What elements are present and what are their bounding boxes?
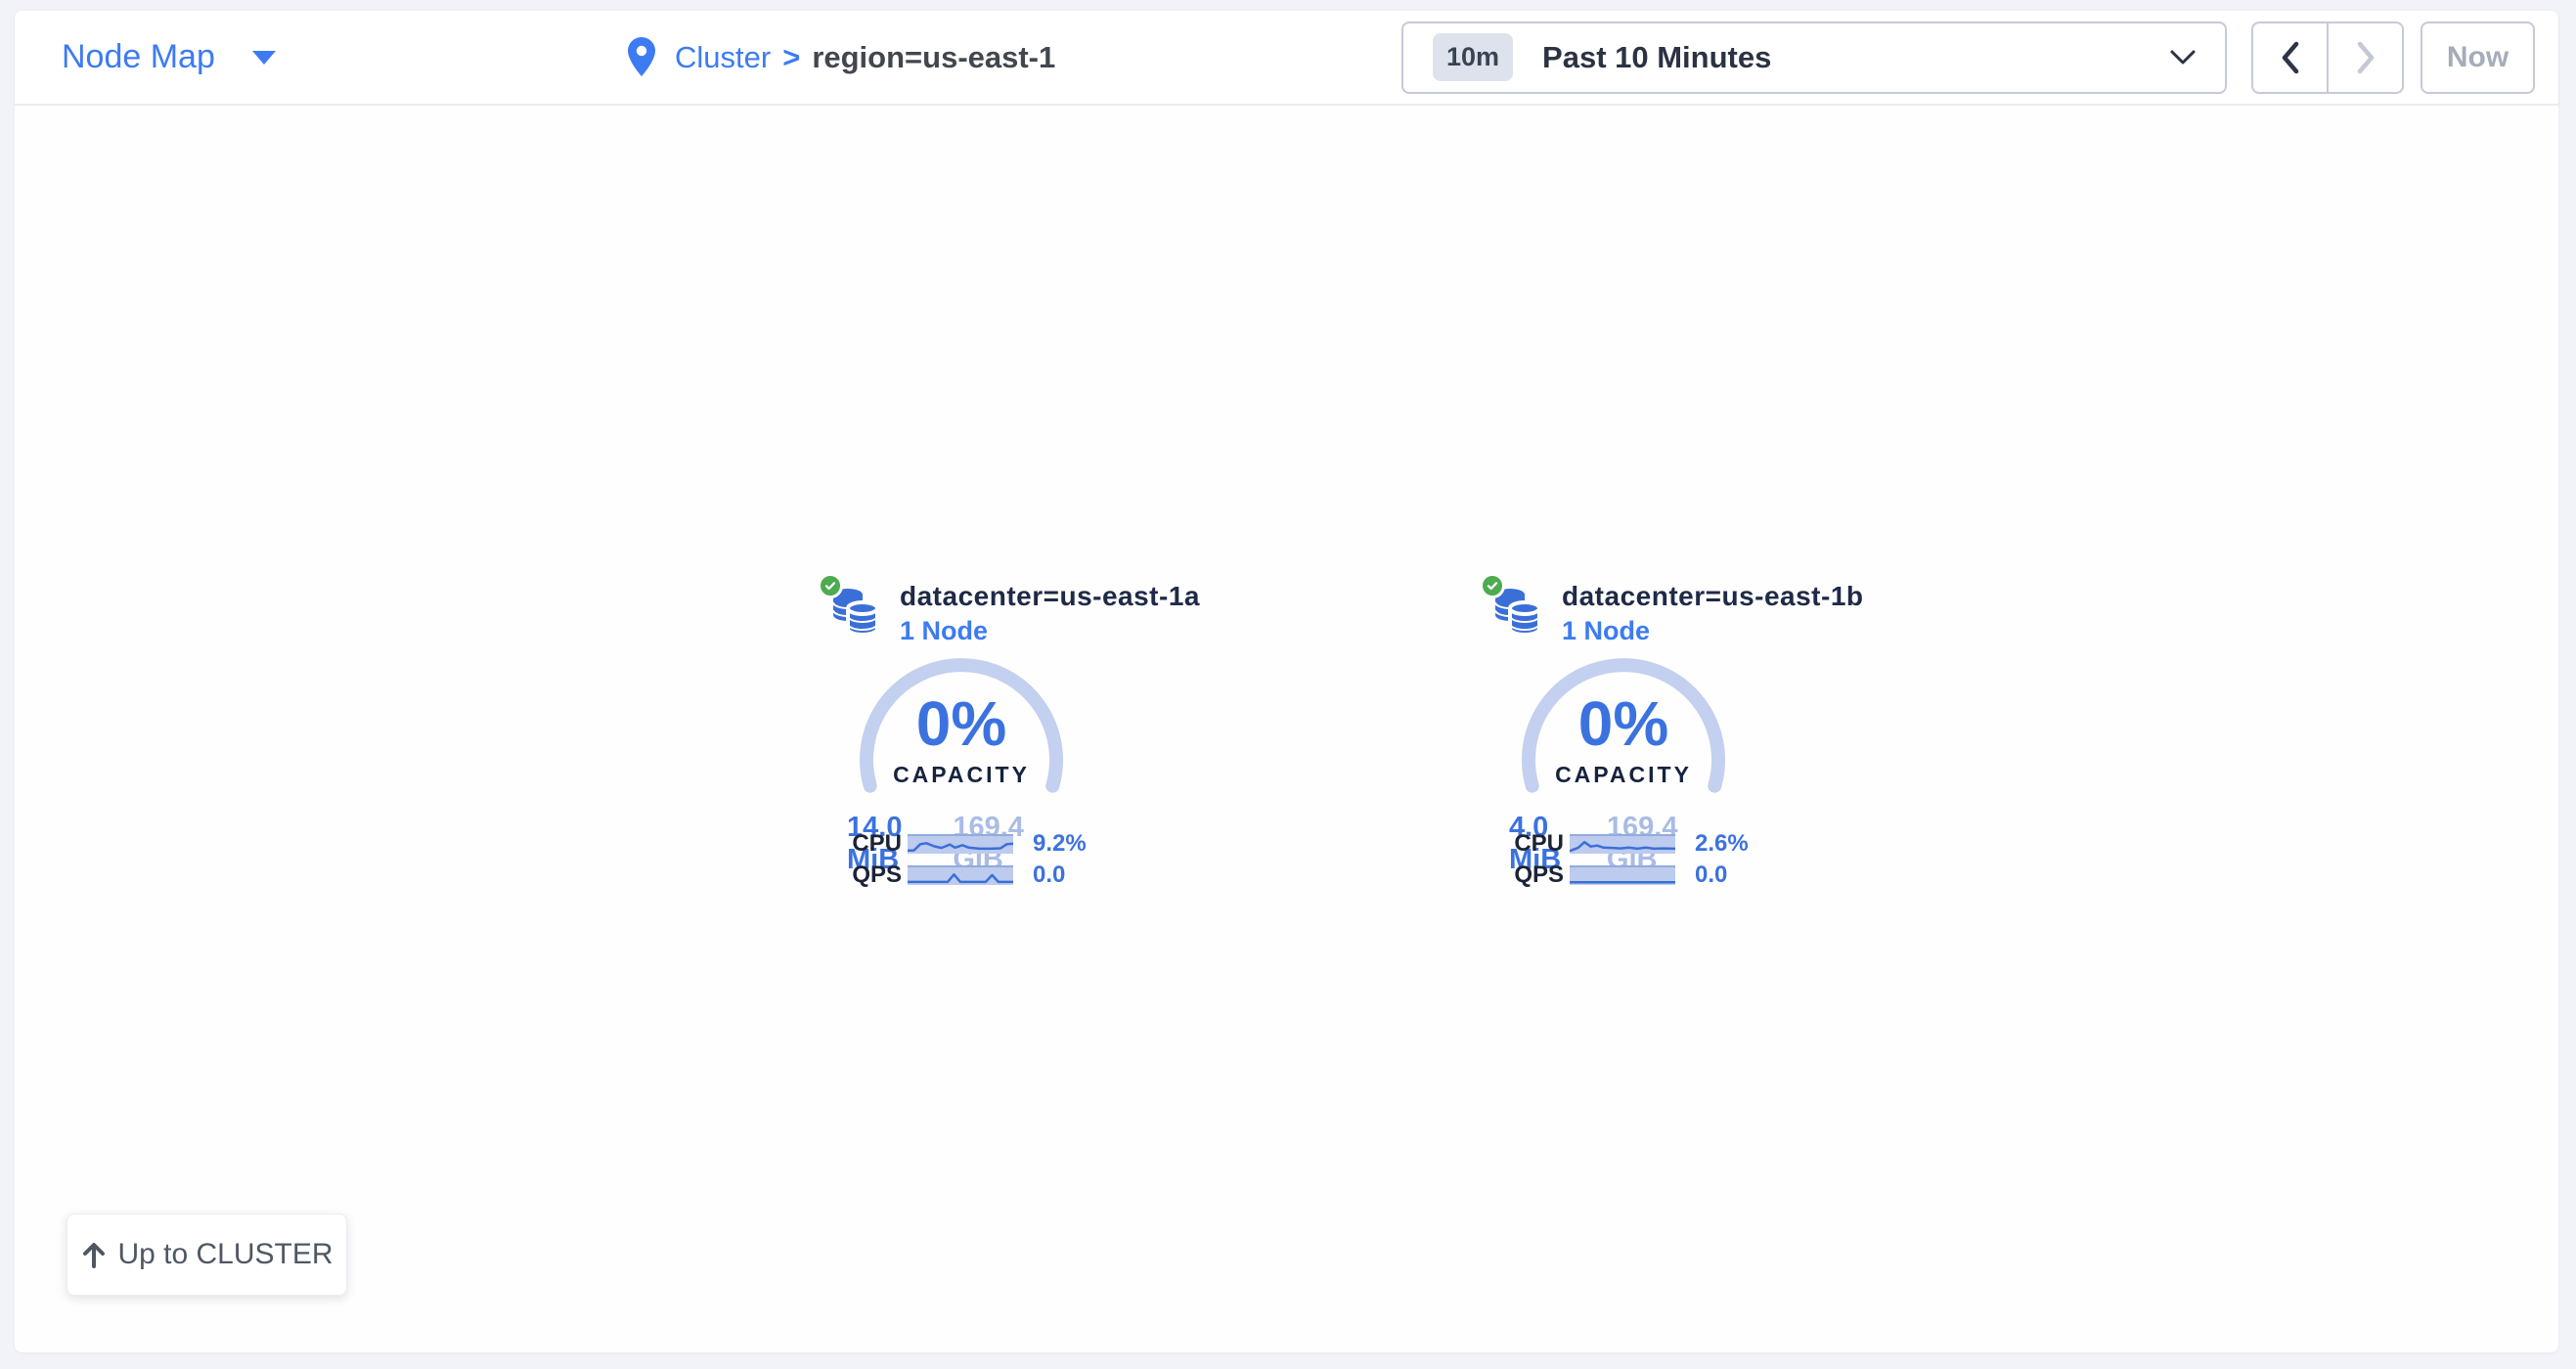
datacenter-icon-wrap <box>1482 573 1552 643</box>
chevron-down-icon <box>2168 49 2198 66</box>
breadcrumb-current: region=us-east-1 <box>812 40 1055 75</box>
capacity-percent: 0% <box>859 687 1064 760</box>
node-map-canvas: datacenter=us-east-1a 1 Node 0% CAPACITY… <box>15 106 2558 1352</box>
capacity-gauge: 0% CAPACITY <box>859 658 1064 805</box>
datacenter-card-us-east-1b[interactable]: datacenter=us-east-1b 1 Node 0% CAPACITY… <box>1482 573 1775 905</box>
time-nav-group <box>2251 22 2404 94</box>
time-window-select[interactable]: 10m Past 10 Minutes <box>1401 22 2227 94</box>
node-map-panel: Node Map Cluster > region=us-east-1 10m … <box>15 11 2558 1352</box>
cpu-metric-row: CPU 9.2% <box>820 833 1113 855</box>
breadcrumb-cluster-link[interactable]: Cluster <box>675 40 771 75</box>
cpu-sparkline <box>1570 834 1675 854</box>
qps-sparkline <box>1570 865 1675 885</box>
view-mode-label: Node Map <box>62 38 215 76</box>
cpu-label: CPU <box>820 830 902 858</box>
qps-label: QPS <box>820 861 902 889</box>
datacenter-header: datacenter=us-east-1b 1 Node <box>1482 573 1864 646</box>
cpu-sparkline <box>908 834 1013 854</box>
cpu-label: CPU <box>1482 830 1564 858</box>
qps-metric-row: QPS 0.0 <box>820 864 1113 886</box>
location-pin-icon <box>626 36 657 78</box>
qps-sparkline <box>908 865 1013 885</box>
datacenter-title: datacenter=us-east-1b <box>1562 581 1864 612</box>
cpu-value: 2.6% <box>1695 830 1749 858</box>
datacenter-titles: datacenter=us-east-1a 1 Node <box>900 573 1200 646</box>
datacenter-card-us-east-1a[interactable]: datacenter=us-east-1a 1 Node 0% CAPACITY… <box>820 573 1113 905</box>
chevron-left-icon <box>2281 41 2300 74</box>
chevron-right-icon <box>2356 41 2376 74</box>
capacity-percent: 0% <box>1521 687 1726 760</box>
capacity-label: CAPACITY <box>859 762 1064 788</box>
datacenter-node-count: 1 Node <box>1562 616 1864 646</box>
time-next-button[interactable] <box>2329 23 2402 92</box>
qps-value: 0.0 <box>1033 861 1065 889</box>
healthy-check-icon <box>818 573 843 598</box>
arrow-up-icon <box>80 1240 108 1269</box>
qps-label: QPS <box>1482 861 1564 889</box>
time-window-badge: 10m <box>1433 33 1513 81</box>
time-window-label: Past 10 Minutes <box>1542 40 1771 75</box>
datacenter-icon-wrap <box>820 573 890 643</box>
cpu-metric-row: CPU 2.6% <box>1482 833 1775 855</box>
caret-down-icon <box>252 51 276 65</box>
datacenter-node-count: 1 Node <box>900 616 1200 646</box>
breadcrumb: Cluster > region=us-east-1 <box>613 11 1355 104</box>
qps-value: 0.0 <box>1695 861 1727 889</box>
capacity-label: CAPACITY <box>1521 762 1726 788</box>
qps-metric-row: QPS 0.0 <box>1482 864 1775 886</box>
cpu-value: 9.2% <box>1033 830 1087 858</box>
up-to-cluster-button[interactable]: Up to CLUSTER <box>67 1214 347 1296</box>
healthy-check-icon <box>1480 573 1505 598</box>
datacenter-title: datacenter=us-east-1a <box>900 581 1200 612</box>
up-to-cluster-label: Up to CLUSTER <box>117 1238 333 1271</box>
view-mode-selector[interactable]: Node Map <box>15 38 613 76</box>
datacenter-titles: datacenter=us-east-1b 1 Node <box>1562 573 1864 646</box>
capacity-gauge: 0% CAPACITY <box>1521 658 1726 805</box>
datacenter-header: datacenter=us-east-1a 1 Node <box>820 573 1200 646</box>
header-bar: Node Map Cluster > region=us-east-1 10m … <box>15 11 2558 106</box>
breadcrumb-separator: > <box>782 40 800 75</box>
now-button[interactable]: Now <box>2421 22 2535 94</box>
time-controls: 10m Past 10 Minutes <box>1355 22 2558 94</box>
time-prev-button[interactable] <box>2253 23 2329 92</box>
